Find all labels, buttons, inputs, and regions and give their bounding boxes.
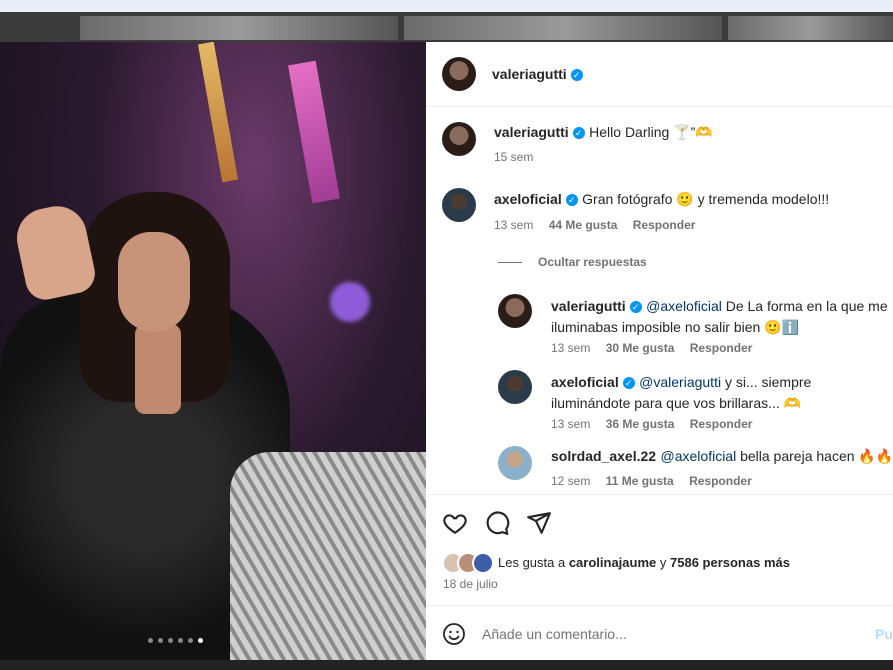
hide-replies-toggle[interactable]: Ocultar respuestas bbox=[498, 255, 647, 269]
comment-button[interactable] bbox=[484, 510, 510, 536]
raised-hand bbox=[11, 200, 99, 304]
reply-avatar[interactable] bbox=[498, 294, 532, 328]
verified-icon: ✓ bbox=[622, 376, 635, 389]
feed-thumbnail bbox=[728, 16, 893, 40]
comment-likes[interactable]: 44 Me gusta bbox=[549, 218, 618, 232]
carousel-dot[interactable] bbox=[188, 638, 193, 643]
pink-light bbox=[330, 282, 370, 322]
emoji-button[interactable] bbox=[442, 622, 466, 651]
post-comment-button[interactable]: Pu bbox=[875, 626, 893, 642]
like-button[interactable] bbox=[442, 510, 468, 536]
reply-mention[interactable]: @axeloficial bbox=[646, 298, 722, 314]
neck bbox=[135, 324, 181, 414]
caption-text: Hello Darling 🍸”🫶 bbox=[589, 124, 713, 140]
reply-time[interactable]: 12 sem bbox=[551, 474, 590, 488]
post-date[interactable]: 18 de julio bbox=[443, 577, 498, 591]
carousel-dot[interactable] bbox=[148, 638, 153, 643]
liker-avatars bbox=[442, 552, 494, 574]
reply-likes[interactable]: 30 Me gusta bbox=[606, 341, 675, 355]
comment-username[interactable]: axeloficial bbox=[494, 191, 562, 207]
reply-button[interactable]: Responder bbox=[690, 417, 753, 431]
reply-mention[interactable]: @axeloficial bbox=[661, 448, 737, 464]
reply-meta: 12 sem 11 Me gusta Responder bbox=[551, 474, 752, 488]
reply-avatar[interactable] bbox=[498, 446, 532, 480]
reply-username[interactable]: axeloficial bbox=[551, 374, 619, 390]
reply-time[interactable]: 13 sem bbox=[551, 417, 590, 431]
caption-avatar[interactable] bbox=[442, 122, 476, 156]
verified-icon: ✓ bbox=[570, 68, 583, 81]
post-photo[interactable] bbox=[0, 42, 426, 660]
likes-prefix: Les gusta a bbox=[498, 555, 569, 570]
reply-username[interactable]: solrdad_axel.22 bbox=[551, 448, 656, 464]
hide-replies-label: Ocultar respuestas bbox=[538, 255, 647, 269]
caption: valeriagutti ✓ Hello Darling 🍸”🫶 bbox=[494, 124, 713, 142]
heart-icon bbox=[443, 514, 467, 535]
caption-username[interactable]: valeriagutti bbox=[494, 124, 569, 140]
author-username[interactable]: valeriagutti bbox=[492, 66, 567, 82]
light-beam bbox=[288, 60, 340, 204]
comment-input[interactable] bbox=[482, 622, 842, 646]
reply-text: y si... siempre bbox=[721, 374, 812, 390]
background-feed-strip bbox=[0, 12, 893, 42]
author-avatar[interactable] bbox=[442, 57, 476, 91]
reply-likes[interactable]: 11 Me gusta bbox=[606, 474, 674, 488]
reply-likes[interactable]: 36 Me gusta bbox=[606, 417, 675, 431]
carousel-dot-active[interactable] bbox=[198, 638, 203, 643]
carousel-dot[interactable] bbox=[178, 638, 183, 643]
liker-avatar[interactable] bbox=[472, 552, 494, 574]
verified-icon: ✓ bbox=[572, 126, 585, 139]
reply-button[interactable]: Responder bbox=[689, 474, 752, 488]
reply-mention[interactable]: @valeriagutti bbox=[639, 374, 721, 390]
reply-meta: 13 sem 30 Me gusta Responder bbox=[551, 341, 752, 355]
feed-thumbnail bbox=[404, 16, 722, 40]
replies-line bbox=[498, 262, 522, 264]
commenter-avatar[interactable] bbox=[442, 188, 476, 222]
divider bbox=[426, 494, 893, 495]
reply-text-line2: iluminándote para que vos brillaras... 🫶 bbox=[551, 395, 802, 411]
browser-top-bar bbox=[0, 0, 893, 12]
comment-time[interactable]: 13 sem bbox=[494, 218, 533, 232]
likes-summary: Les gusta a carolinajaume y 7586 persona… bbox=[498, 555, 790, 570]
verified-icon: ✓ bbox=[629, 300, 642, 313]
likes-mid: y bbox=[656, 555, 670, 570]
reply-text: bella pareja hacen 🔥🔥 bbox=[736, 448, 893, 464]
emoji-icon bbox=[443, 623, 465, 645]
post-header: valeriagutti ✓ bbox=[426, 42, 893, 107]
reply: solrdad_axel.22 @axeloficial bella parej… bbox=[551, 448, 893, 466]
reply-text: De La forma en la que me bbox=[721, 298, 888, 314]
carousel-dot[interactable] bbox=[168, 638, 173, 643]
reply-time[interactable]: 13 sem bbox=[551, 341, 590, 355]
divider bbox=[426, 605, 893, 606]
background-feed-strip-bottom bbox=[0, 660, 893, 670]
reply-button[interactable]: Responder bbox=[690, 341, 753, 355]
carousel-dot[interactable] bbox=[158, 638, 163, 643]
reply-button[interactable]: Responder bbox=[633, 218, 696, 232]
verified-icon: ✓ bbox=[565, 193, 578, 206]
carousel-indicator bbox=[148, 638, 203, 643]
caption-time[interactable]: 15 sem bbox=[494, 150, 533, 164]
comment-meta: 13 sem 44 Me gusta Responder bbox=[494, 218, 695, 232]
reply: axeloficial ✓ @valeriagutti y si... siemp… bbox=[551, 372, 893, 413]
reply-avatar[interactable] bbox=[498, 370, 532, 404]
comment: axeloficial ✓ Gran fotógrafo 🙂 y tremenda… bbox=[494, 191, 829, 209]
share-button[interactable] bbox=[526, 510, 552, 536]
reply-username[interactable]: valeriagutti bbox=[551, 298, 626, 314]
comment-icon bbox=[486, 511, 510, 535]
face bbox=[118, 232, 190, 332]
reply-meta: 13 sem 36 Me gusta Responder bbox=[551, 417, 752, 431]
reply: valeriagutti ✓ @axeloficial De La forma e… bbox=[551, 296, 893, 337]
feed-thumbnail bbox=[80, 16, 398, 40]
reply-text-line2: iluminabas imposible no salir bien 🙂ℹ️ bbox=[551, 319, 800, 335]
likes-count[interactable]: 7586 personas más bbox=[670, 555, 790, 570]
light-beam bbox=[197, 42, 239, 183]
author-name-row: valeriagutti ✓ bbox=[492, 66, 583, 84]
patterned-sofa bbox=[230, 452, 426, 660]
comment-text: Gran fotógrafo 🙂 y tremenda modelo!!! bbox=[582, 191, 830, 207]
send-icon bbox=[527, 512, 551, 534]
liker-username[interactable]: carolinajaume bbox=[569, 555, 656, 570]
post-panel: valeriagutti ✓ valeriagutti ✓ Hello Darlin… bbox=[426, 42, 893, 660]
